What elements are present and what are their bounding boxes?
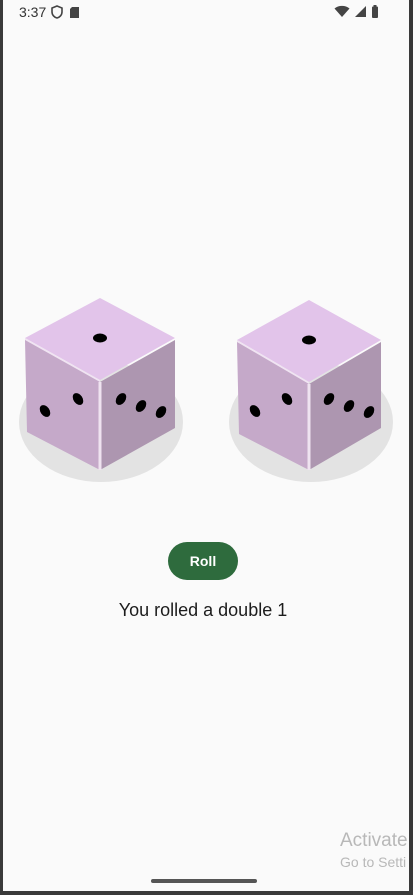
left-die (19, 298, 183, 482)
battery-icon (371, 5, 379, 22)
result-text: You rolled a double 1 (118, 600, 288, 620)
right-die (229, 300, 393, 482)
status-bar: 3:37 (3, 0, 409, 26)
sd-card-icon (69, 6, 80, 23)
signal-icon (354, 5, 367, 22)
activate-windows-watermark: Activate Go to Setti (340, 830, 408, 870)
home-indicator[interactable] (151, 879, 257, 883)
watermark-line1: Activate (340, 830, 408, 851)
shield-icon (51, 5, 63, 23)
status-icons-right (334, 5, 379, 22)
watermark-line2: Go to Setti (340, 854, 407, 870)
status-time: 3:37 (19, 4, 47, 20)
roll-button[interactable]: Roll (168, 542, 238, 580)
wifi-icon (334, 5, 350, 22)
status-icons-left (51, 5, 80, 23)
dice-area (3, 290, 409, 500)
app-screen: 3:37 Roll You rolled a double 1 Activate… (3, 0, 409, 891)
